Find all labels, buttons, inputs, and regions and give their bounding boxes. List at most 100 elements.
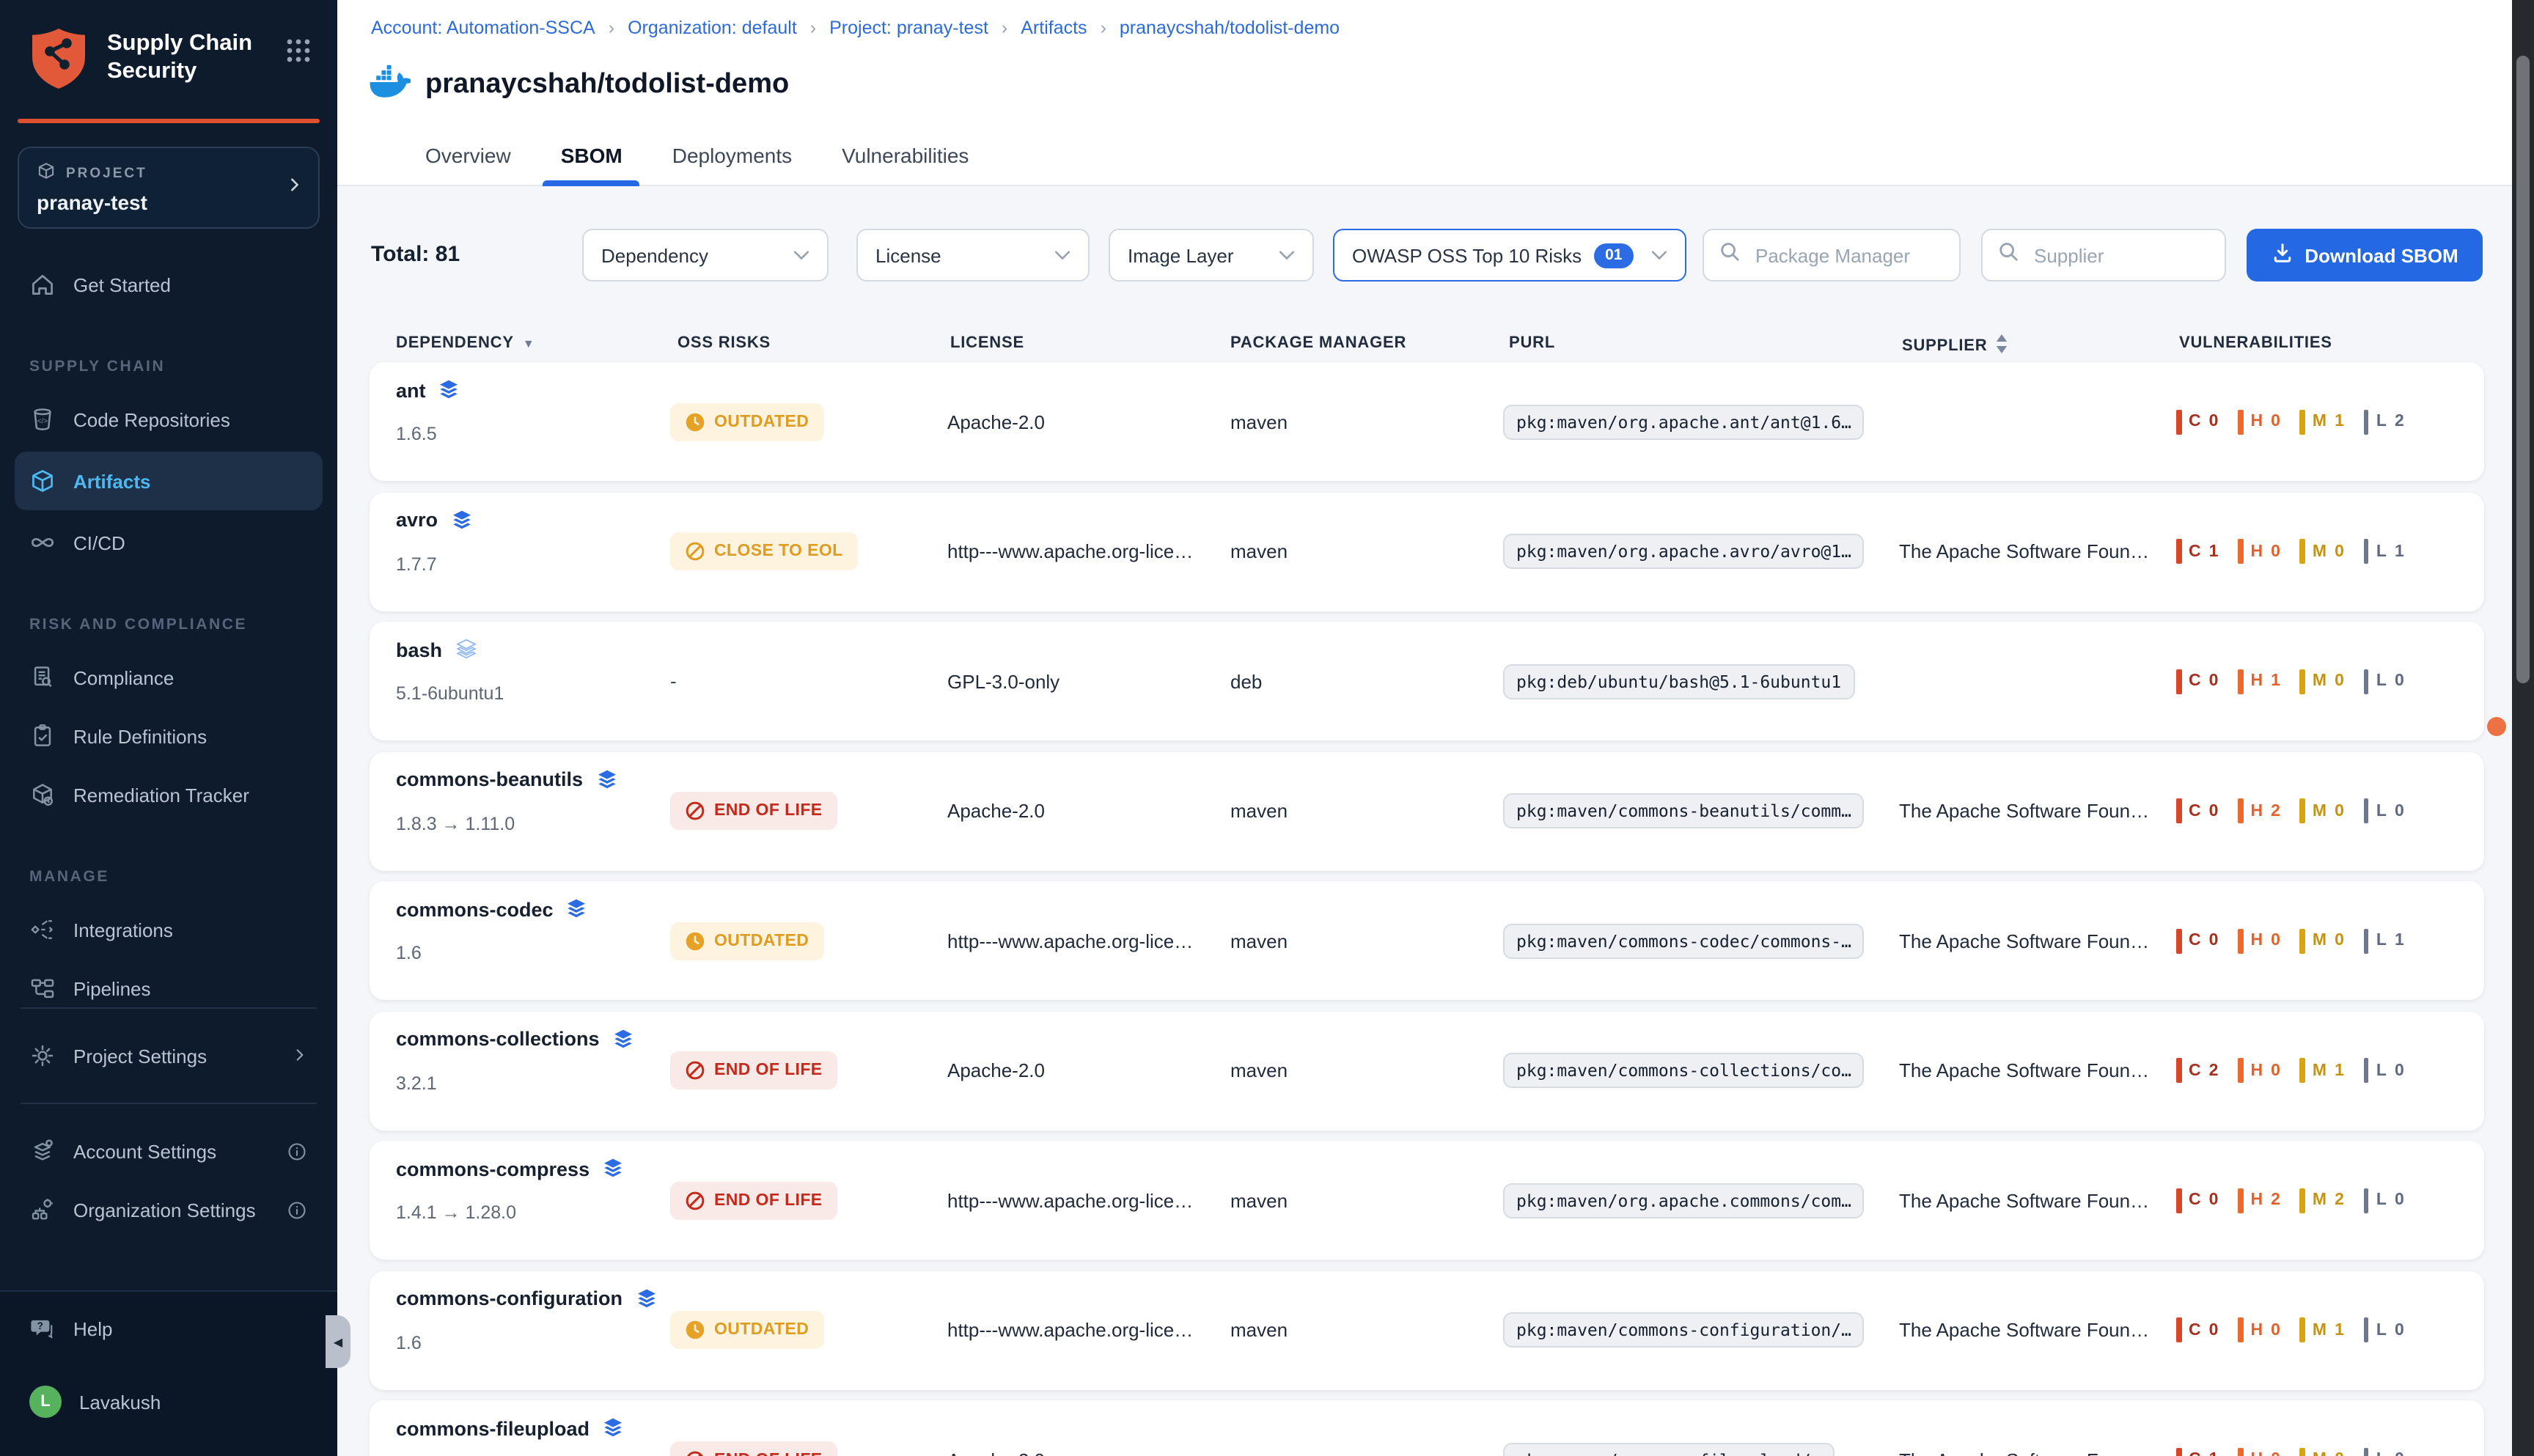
sidebar-item-integrations[interactable]: Integrations	[0, 900, 337, 959]
package-manager-cell: maven	[1230, 540, 1288, 562]
purl-cell: pkg:maven/org.apache.ant/ant@1.6…	[1503, 404, 1865, 439]
dependency-version: 1.4.1 → 1.28.0	[396, 1202, 625, 1223]
low-count: L0	[2364, 669, 2405, 694]
oss-risk-badge: END OF LIFE	[670, 792, 837, 830]
filter-dropdown[interactable]: OWASP OSS Top 10 Risks 01	[1333, 229, 1686, 282]
table-row[interactable]: ant 1.6.5	[370, 362, 2484, 481]
purl-value[interactable]: pkg:maven/org.apache.avro/avro@1…	[1503, 534, 1865, 569]
shield-logo-icon	[29, 26, 88, 98]
package-manager-cell: maven	[1230, 930, 1288, 952]
table-row[interactable]: avro 1.7.7	[370, 492, 2484, 611]
sidebar-item-help[interactable]: ? Help	[0, 1299, 337, 1358]
ban-icon	[685, 541, 705, 562]
clock-icon	[685, 1320, 705, 1340]
purl-value[interactable]: pkg:maven/commons-codec/commons-…	[1503, 923, 1865, 958]
purl-value[interactable]: pkg:maven/commons-configuration/…	[1503, 1312, 1865, 1347]
dependency-name: ant	[396, 379, 426, 401]
oss-risk-cell: CLOSE TO EOL	[670, 532, 858, 570]
gear-icon	[29, 1043, 56, 1069]
low-count: L0	[2364, 1188, 2405, 1213]
supplier-cell: The Apache Software Foun…	[1899, 1059, 2178, 1081]
tab[interactable]: Deployments	[655, 144, 809, 186]
table-row[interactable]: commons-compress 1.4.1 → 1.28.0	[370, 1141, 2484, 1260]
user-profile[interactable]: L Lavakush	[0, 1372, 337, 1431]
cube-icon	[37, 161, 56, 185]
license-cell: Apache-2.0	[947, 1449, 1219, 1456]
package-manager-cell: maven	[1230, 1449, 1288, 1456]
layers-icon	[612, 1027, 635, 1051]
oss-risk-cell: END OF LIFE	[670, 792, 837, 830]
column-header-supplier[interactable]: SUPPLIER	[1902, 334, 2008, 358]
purl-value[interactable]: pkg:deb/ubuntu/bash@5.1-6ubuntu1	[1503, 663, 1854, 699]
section-label-risk-and-compliance: RISK AND COMPLIANCE	[0, 572, 337, 648]
filter-dropdown[interactable]: Image Layer	[1109, 229, 1314, 282]
sidebar-item-artifacts[interactable]: Artifacts	[15, 452, 323, 510]
section-label-manage: MANAGE	[0, 824, 337, 900]
sidebar-item-get-started[interactable]: Get Started	[0, 255, 337, 314]
layers-icon	[449, 508, 473, 532]
chevron-right-icon	[286, 174, 304, 201]
sidebar-collapse-handle[interactable]: ◀	[326, 1315, 350, 1368]
project-label: PROJECT	[66, 165, 147, 181]
oss-risk-badge: -	[670, 669, 677, 691]
supplier-search-input[interactable]	[2031, 243, 2210, 268]
table-row[interactable]: commons-fileupload	[370, 1400, 2484, 1456]
oss-risk-badge: CLOSE TO EOL	[670, 532, 858, 570]
purl-value[interactable]: pkg:maven/commons-collections/co…	[1503, 1053, 1865, 1088]
column-header-oss-risks: OSS RISKS	[677, 334, 771, 352]
search-icon	[1997, 240, 2019, 270]
purl-cell: pkg:maven/org.apache.avro/avro@1…	[1503, 534, 1865, 569]
filter-dropdown[interactable]: Dependency	[582, 229, 829, 282]
dependency-cell: commons-beanutils 1.8.3 → 1.11.0	[396, 768, 618, 834]
dependency-version: 3.2.1	[396, 1073, 635, 1093]
sidebar-item-project-settings[interactable]: Project Settings	[0, 1026, 337, 1085]
breadcrumb-link[interactable]: Project: pranay-test	[797, 18, 988, 38]
breadcrumb-link[interactable]: Account: Automation-SSCA	[371, 18, 595, 38]
tab[interactable]: Overview	[408, 144, 529, 186]
sidebar-item-remediation-tracker[interactable]: Remediation Tracker	[0, 765, 337, 824]
dependency-version: 1.8.3 → 1.11.0	[396, 813, 618, 834]
apps-grid-icon[interactable]	[286, 38, 311, 70]
license-cell: http---www.apache.org-lice…	[947, 1319, 1219, 1341]
info-icon[interactable]	[286, 1140, 308, 1162]
org-chart-gear-icon	[29, 1196, 56, 1223]
tab[interactable]: Vulnerabilities	[824, 144, 986, 186]
breadcrumb-link[interactable]: pranaycshah/todolist-demo	[1087, 18, 1340, 38]
purl-value[interactable]: pkg:maven/commons-fileupload/…	[1503, 1442, 1834, 1456]
sidebar-item-cicd[interactable]: CI/CD	[0, 513, 337, 572]
scrollbar[interactable]	[2512, 0, 2534, 1456]
sidebar-item-organization-settings[interactable]: Organization Settings	[0, 1180, 337, 1239]
download-sbom-button[interactable]: Download SBOM	[2247, 229, 2483, 282]
table-row[interactable]: commons-configuration 1.6	[370, 1271, 2484, 1389]
tab[interactable]: SBOM	[543, 144, 640, 186]
medium-count: M2	[2300, 1188, 2345, 1213]
purl-value[interactable]: pkg:maven/org.apache.ant/ant@1.6…	[1503, 404, 1865, 439]
sidebar-item-rule-definitions[interactable]: Rule Definitions	[0, 707, 337, 765]
column-header-dependency[interactable]: DEPENDENCY ▼	[396, 334, 535, 352]
sidebar-item-code-repositories[interactable]: </> Code Repositories	[0, 390, 337, 449]
filter-dropdown[interactable]: License	[856, 229, 1090, 282]
table-row[interactable]: commons-codec 1.6	[370, 881, 2484, 1000]
total-count: Total: 81	[371, 229, 460, 282]
breadcrumb-link[interactable]: Artifacts	[988, 18, 1087, 38]
table-row[interactable]: commons-collections 3.2.1	[370, 1011, 2484, 1130]
sidebar-item-compliance[interactable]: Compliance	[0, 648, 337, 707]
dependency-version: 1.7.7	[396, 554, 473, 574]
sidebar-item-account-settings[interactable]: Account Settings	[0, 1122, 337, 1180]
scrollbar-thumb[interactable]	[2516, 56, 2530, 683]
high-count: H0	[2238, 409, 2280, 434]
purl-cell: pkg:maven/commons-collections/co…	[1503, 1053, 1865, 1088]
project-selector[interactable]: PROJECT pranay-test	[18, 147, 320, 229]
table-row[interactable]: commons-beanutils 1.8.3 → 1.11.0	[370, 751, 2484, 870]
breadcrumb-link[interactable]: Organization: default	[595, 18, 797, 38]
sbom-table: ant 1.6.5	[370, 362, 2484, 1456]
vulnerabilities-cell: C0 H0 M1 L2	[2176, 409, 2424, 434]
purl-value[interactable]: pkg:maven/commons-beanutils/comm…	[1503, 793, 1865, 828]
high-count: H0	[2238, 539, 2280, 564]
critical-count: C0	[2176, 928, 2219, 953]
purl-value[interactable]: pkg:maven/org.apache.commons/com…	[1503, 1183, 1865, 1218]
table-row[interactable]: bash 5.1-6ubuntu1	[370, 622, 2484, 740]
license-cell: http---www.apache.org-lice…	[947, 540, 1219, 562]
info-icon[interactable]	[286, 1199, 308, 1221]
package-manager-search-input[interactable]	[1752, 243, 1944, 268]
